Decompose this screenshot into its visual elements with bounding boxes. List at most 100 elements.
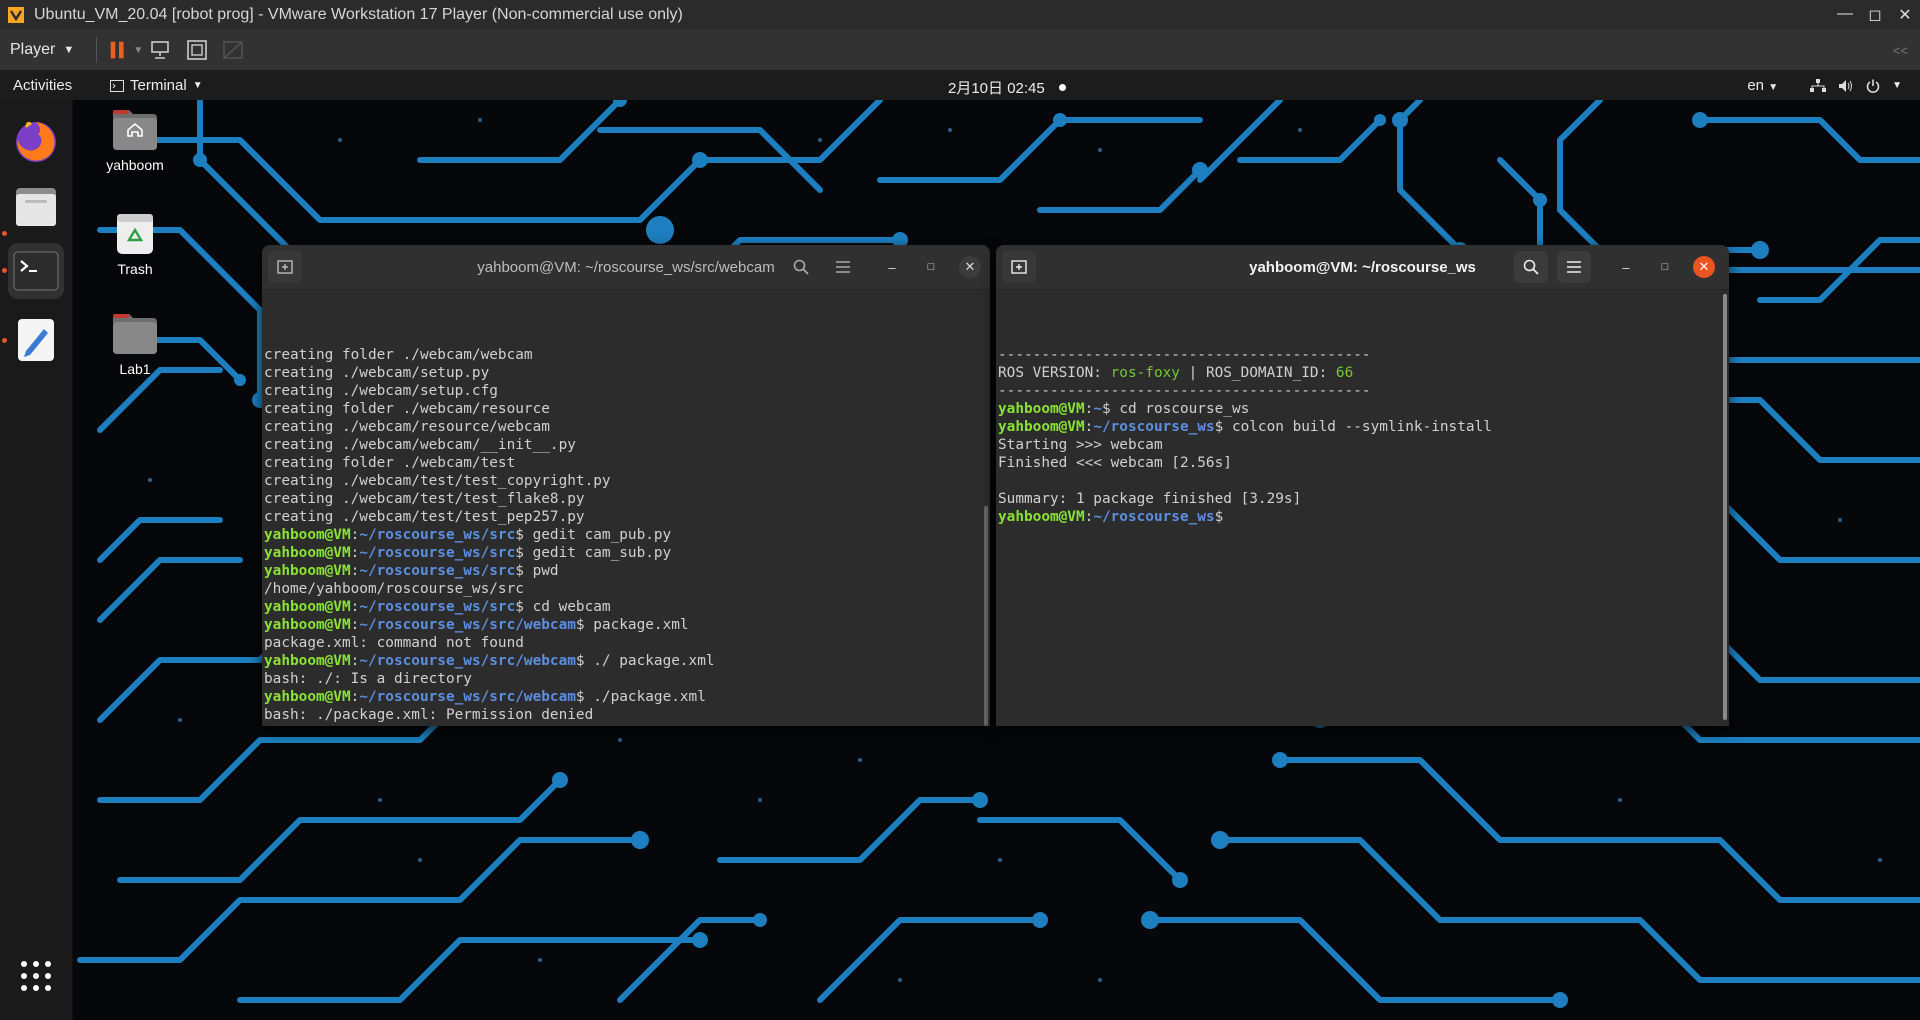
prompt-user: yahboom@VM [264, 653, 351, 669]
dock [0, 100, 73, 1020]
terminal-icon [13, 251, 59, 291]
output-text: Summary: 1 package finished [3.29s] [998, 491, 1302, 507]
app-menu-label: Terminal [130, 77, 187, 94]
search-button[interactable] [784, 251, 818, 283]
prompt-user: yahboom@VM [998, 509, 1085, 525]
dock-item-files[interactable] [8, 178, 64, 234]
app-menu[interactable]: Terminal ▼ [110, 77, 203, 94]
send-ctrl-alt-del-button[interactable] [143, 34, 179, 66]
terminal-line: package.xml: command not found [264, 634, 988, 652]
grid-icon [21, 961, 51, 991]
prompt-user: yahboom@VM [264, 617, 351, 633]
scrollbar[interactable] [984, 506, 988, 726]
prompt-separator: : [350, 653, 360, 669]
toolbar-collapse-indicator[interactable]: << [1893, 43, 1908, 58]
maximize-icon: □ [927, 261, 935, 273]
terminal-small-icon [110, 79, 124, 92]
terminal-line: Summary: 1 package finished [3.29s] [998, 490, 1727, 508]
terminal-line: creating ./webcam/webcam/__init__.py [264, 436, 988, 454]
output-text: creating ./webcam/webcam/__init__.py [264, 437, 576, 453]
terminal-line: yahboom@VM:~/roscourse_ws/src$ gedit cam… [264, 526, 988, 544]
command-text: pwd [523, 563, 559, 579]
chevron-down-icon: ▼ [1768, 82, 1779, 93]
search-icon [793, 259, 809, 275]
fullscreen-button[interactable] [179, 34, 215, 66]
prompt-symbol: $ [515, 599, 524, 615]
close-button[interactable]: ✕ [1693, 256, 1715, 278]
terminal-line: yahboom@VM:~/roscourse_ws/src$ pwd [264, 562, 988, 580]
unity-button[interactable] [215, 34, 251, 66]
output-text: | ROS_DOMAIN_ID: [1179, 365, 1336, 381]
output-text: creating folder ./webcam/test [264, 455, 516, 471]
prompt-symbol: $ [1101, 401, 1111, 417]
new-tab-button[interactable] [268, 251, 302, 283]
vmware-titlebar: Ubuntu_VM_20.04 [robot prog] - VMware Wo… [0, 0, 1920, 30]
prompt-symbol: $ [576, 725, 585, 726]
terminal-line: bash: ./: Is a directory [264, 670, 988, 688]
prompt-path: ~/roscourse_ws/src/webcam [359, 653, 576, 669]
prompt-path: ~/roscourse_ws [1093, 419, 1215, 435]
language-indicator[interactable]: en ▼ [1747, 77, 1778, 94]
running-indicator-icon [2, 338, 7, 343]
minimize-button[interactable]: – [1615, 256, 1637, 278]
prompt-path: ~/roscourse_ws/src/webcam [359, 617, 576, 633]
terminal-line: /home/yahboom/roscourse_ws/src [264, 580, 988, 598]
output-text: Starting >>> webcam [998, 437, 1163, 453]
terminal-window-left[interactable]: yahboom@VM: ~/roscourse_ws/src/webcam – … [262, 245, 990, 726]
minimize-icon[interactable]: — [1830, 5, 1860, 25]
output-text: bash: ./package.xml: Permission denied [264, 707, 594, 723]
prompt-user: yahboom@VM [264, 689, 351, 705]
prompt-separator: : [350, 617, 360, 633]
close-icon[interactable]: ✕ [1890, 5, 1920, 25]
hamburger-menu-icon [1567, 261, 1581, 273]
dock-item-text-editor[interactable] [8, 312, 64, 368]
dock-item-terminal[interactable] [8, 243, 64, 299]
command-text: gedit cam_sub.py [523, 545, 672, 561]
maximize-icon[interactable]: ◻ [1860, 5, 1890, 25]
system-status-area[interactable]: en ▼ ▼ [1747, 77, 1902, 94]
chevron-down-icon: ▼ [192, 80, 203, 91]
prompt-separator: : [351, 725, 360, 726]
power-icon [1866, 79, 1880, 93]
menu-button[interactable] [826, 251, 860, 283]
pause-button[interactable]: ▼ [107, 34, 143, 66]
terminal-line: creating folder ./webcam/webcam [264, 346, 988, 364]
fullscreen-icon [187, 40, 208, 60]
terminal-line: creating folder ./webcam/test [264, 454, 988, 472]
player-menu[interactable]: Player ▼ [0, 41, 86, 59]
desktop-icon-home[interactable]: yahboom [90, 106, 180, 173]
desktop-icon-lab1[interactable]: Lab1 [90, 310, 180, 377]
desktop-icon-trash[interactable]: Trash [90, 210, 180, 277]
prompt-separator: : [1084, 419, 1094, 435]
output-text: creating ./webcam/test/test_pep257.py [264, 509, 585, 525]
output-text: Finished <<< webcam [2.56s] [998, 455, 1232, 471]
terminal-line: creating ./webcam/test/test_pep257.py [264, 508, 988, 526]
activities-button[interactable]: Activities [13, 77, 72, 94]
terminal-window-right[interactable]: yahboom@VM: ~/roscourse_ws – □ ✕ -------… [996, 245, 1729, 726]
terminal-headerbar[interactable]: yahboom@VM: ~/roscourse_ws/src/webcam – … [262, 245, 990, 290]
show-applications-button[interactable] [8, 948, 64, 1004]
dock-item-firefox[interactable] [8, 112, 64, 168]
output-text: ROS VERSION: [998, 365, 1111, 381]
volume-icon [1839, 79, 1853, 92]
clock-button[interactable]: 2月10日 02:45 [948, 77, 1066, 98]
close-button[interactable]: ✕ [959, 256, 981, 278]
menu-button[interactable] [1557, 251, 1591, 283]
vmware-logo-icon [6, 5, 26, 25]
new-tab-button[interactable] [1002, 251, 1036, 283]
output-text: creating ./webcam/setup.py [264, 365, 490, 381]
highlight-value: ros-foxy [1110, 365, 1180, 381]
terminal-line: creating folder ./webcam/resource [264, 400, 988, 418]
search-button[interactable] [1514, 251, 1548, 283]
maximize-button[interactable]: □ [920, 256, 942, 278]
terminal-line: yahboom@VM:~/roscourse_ws$ colcon build … [998, 418, 1727, 436]
maximize-button[interactable]: □ [1654, 256, 1676, 278]
terminal-output[interactable]: creating folder ./webcam/webcam creating … [262, 290, 990, 726]
output-text: creating ./webcam/test/test_flake8.py [264, 491, 585, 507]
minimize-button[interactable]: – [881, 256, 903, 278]
scrollbar[interactable] [1723, 294, 1727, 720]
notification-dot-icon [1058, 84, 1066, 91]
terminal-output[interactable]: ----------------------------------------… [996, 290, 1729, 726]
terminal-headerbar[interactable]: yahboom@VM: ~/roscourse_ws – □ ✕ [996, 245, 1729, 290]
output-text: creating ./webcam/test/test_copyright.py [264, 473, 611, 489]
